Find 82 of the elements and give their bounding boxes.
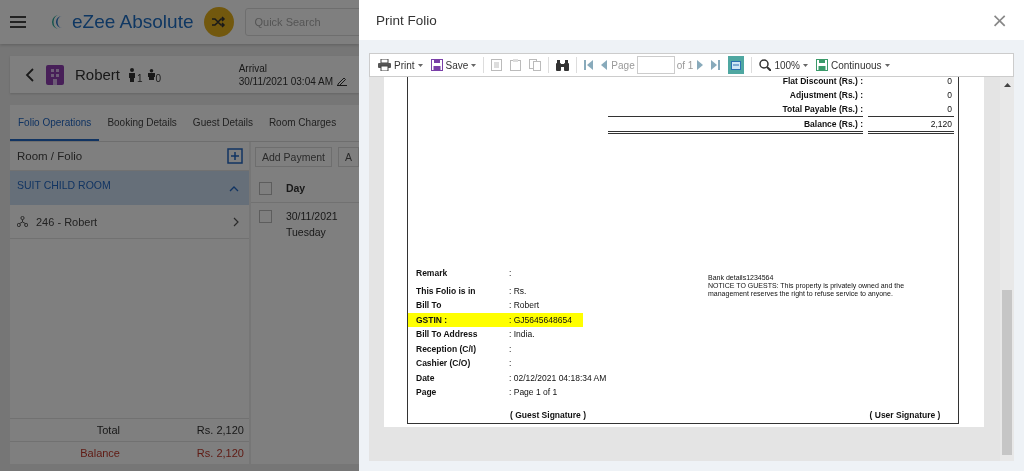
menu-icon[interactable]	[10, 16, 26, 28]
report-value: : Rs.	[509, 285, 527, 296]
report-label: GSTIN :	[416, 314, 449, 325]
shuffle-icon[interactable]	[204, 7, 235, 37]
back-icon[interactable]	[25, 67, 34, 82]
caret-down-icon	[471, 63, 477, 67]
total-value: Rs. 2,120	[196, 424, 244, 436]
report-label: Balance (Rs.) :	[802, 118, 863, 131]
action-button[interactable]: Add Payment	[254, 147, 332, 167]
dialog-title: Print Folio	[376, 12, 437, 28]
report-value: :	[509, 268, 512, 279]
page-number-field[interactable]	[636, 56, 675, 74]
signature-label: ( User Signature )	[868, 409, 942, 420]
folio-row[interactable]: 246 - Robert	[10, 205, 249, 239]
panel-header: Room / Folio	[17, 150, 83, 162]
scrollbar[interactable]	[1000, 77, 1014, 461]
single-page-view-button[interactable]	[728, 56, 745, 74]
page-count: of 1	[676, 59, 694, 71]
view-mode-button[interactable]: Continuous	[812, 55, 894, 75]
child-count: 0	[155, 73, 162, 84]
balance-label: Balance	[80, 447, 120, 459]
report-value: : Page 1 of 1	[509, 387, 558, 398]
report-label: Reception (C/I)	[416, 343, 477, 354]
report-value: :	[509, 358, 512, 369]
add-icon[interactable]	[226, 148, 243, 164]
report-label: This Folio is in	[416, 285, 477, 296]
arrival-label: Arrival	[238, 62, 268, 74]
child-icon	[147, 69, 155, 80]
report-value: : GJ5645648654	[509, 314, 572, 325]
report-label: Total Payable (Rs.) :	[781, 103, 863, 116]
report-value: : India.	[509, 329, 535, 340]
tab[interactable]: Booking Details	[99, 105, 185, 141]
caret-down-icon	[417, 63, 423, 67]
checkbox[interactable]	[258, 181, 272, 195]
report-label: Bill To	[416, 300, 443, 311]
report-label: Date	[416, 372, 436, 383]
report-value: :	[509, 343, 512, 354]
tab[interactable]: Guest Details	[184, 105, 261, 141]
table-cell-text: Tuesday	[285, 226, 327, 238]
pencil-icon[interactable]	[337, 76, 347, 86]
report-value: 0	[946, 77, 953, 88]
report-value: 2,120	[929, 118, 953, 131]
adult-icon	[128, 67, 137, 82]
network-icon	[17, 216, 28, 227]
guest-name: Robert	[75, 66, 121, 83]
report-label: Remark	[416, 268, 449, 279]
report-label: Bill To Address	[416, 329, 479, 340]
page-label: Page	[611, 59, 635, 71]
report-value: 0	[946, 103, 953, 116]
report-label: Cashier (C/O)	[416, 358, 472, 369]
table-cell: 30/11/2021	[285, 210, 338, 222]
building-icon	[46, 64, 64, 85]
report-value: 0	[946, 89, 953, 102]
caret-down-icon	[884, 63, 890, 67]
report-label: Adjustment (Rs.) :	[788, 89, 863, 102]
adult-count: 1	[137, 73, 143, 84]
report-value: : 02/12/2021 04:18:34 AM	[509, 372, 607, 383]
print-button[interactable]: Print	[374, 55, 427, 75]
page-view-icon	[731, 60, 742, 70]
arrival-date: 30/11/2021 03:04 AM	[238, 75, 333, 87]
tab[interactable]: Room Charges	[260, 105, 345, 141]
zoom-button[interactable]: 100%	[755, 55, 812, 75]
caret-down-icon	[803, 63, 808, 67]
report-label: Page	[416, 387, 438, 398]
report-label: Flat Discount (Rs.) :	[781, 77, 863, 88]
room-group-label: SUIT CHILD ROOM	[17, 179, 111, 191]
report-value: : Robert	[509, 300, 540, 311]
column-header: Day	[285, 182, 306, 194]
brand-name: eZee Absolute	[72, 11, 194, 33]
save-button[interactable]: Save	[426, 55, 481, 75]
chevron-right-icon	[232, 216, 239, 227]
action-button[interactable]: A	[338, 147, 359, 167]
balance-value: Rs. 2,120	[196, 447, 244, 459]
printer-icon	[378, 59, 391, 71]
scroll-up-icon[interactable]	[1003, 83, 1011, 87]
total-label: Total	[96, 424, 120, 436]
signature-label: ( Guest Signature )	[508, 409, 587, 420]
checkbox[interactable]	[258, 210, 272, 223]
room-group-row[interactable]: SUIT CHILD ROOM	[10, 171, 249, 205]
search-icon	[759, 59, 772, 71]
folio-label: 246 - Robert	[36, 215, 98, 228]
close-button[interactable]: ×	[987, 8, 1012, 32]
